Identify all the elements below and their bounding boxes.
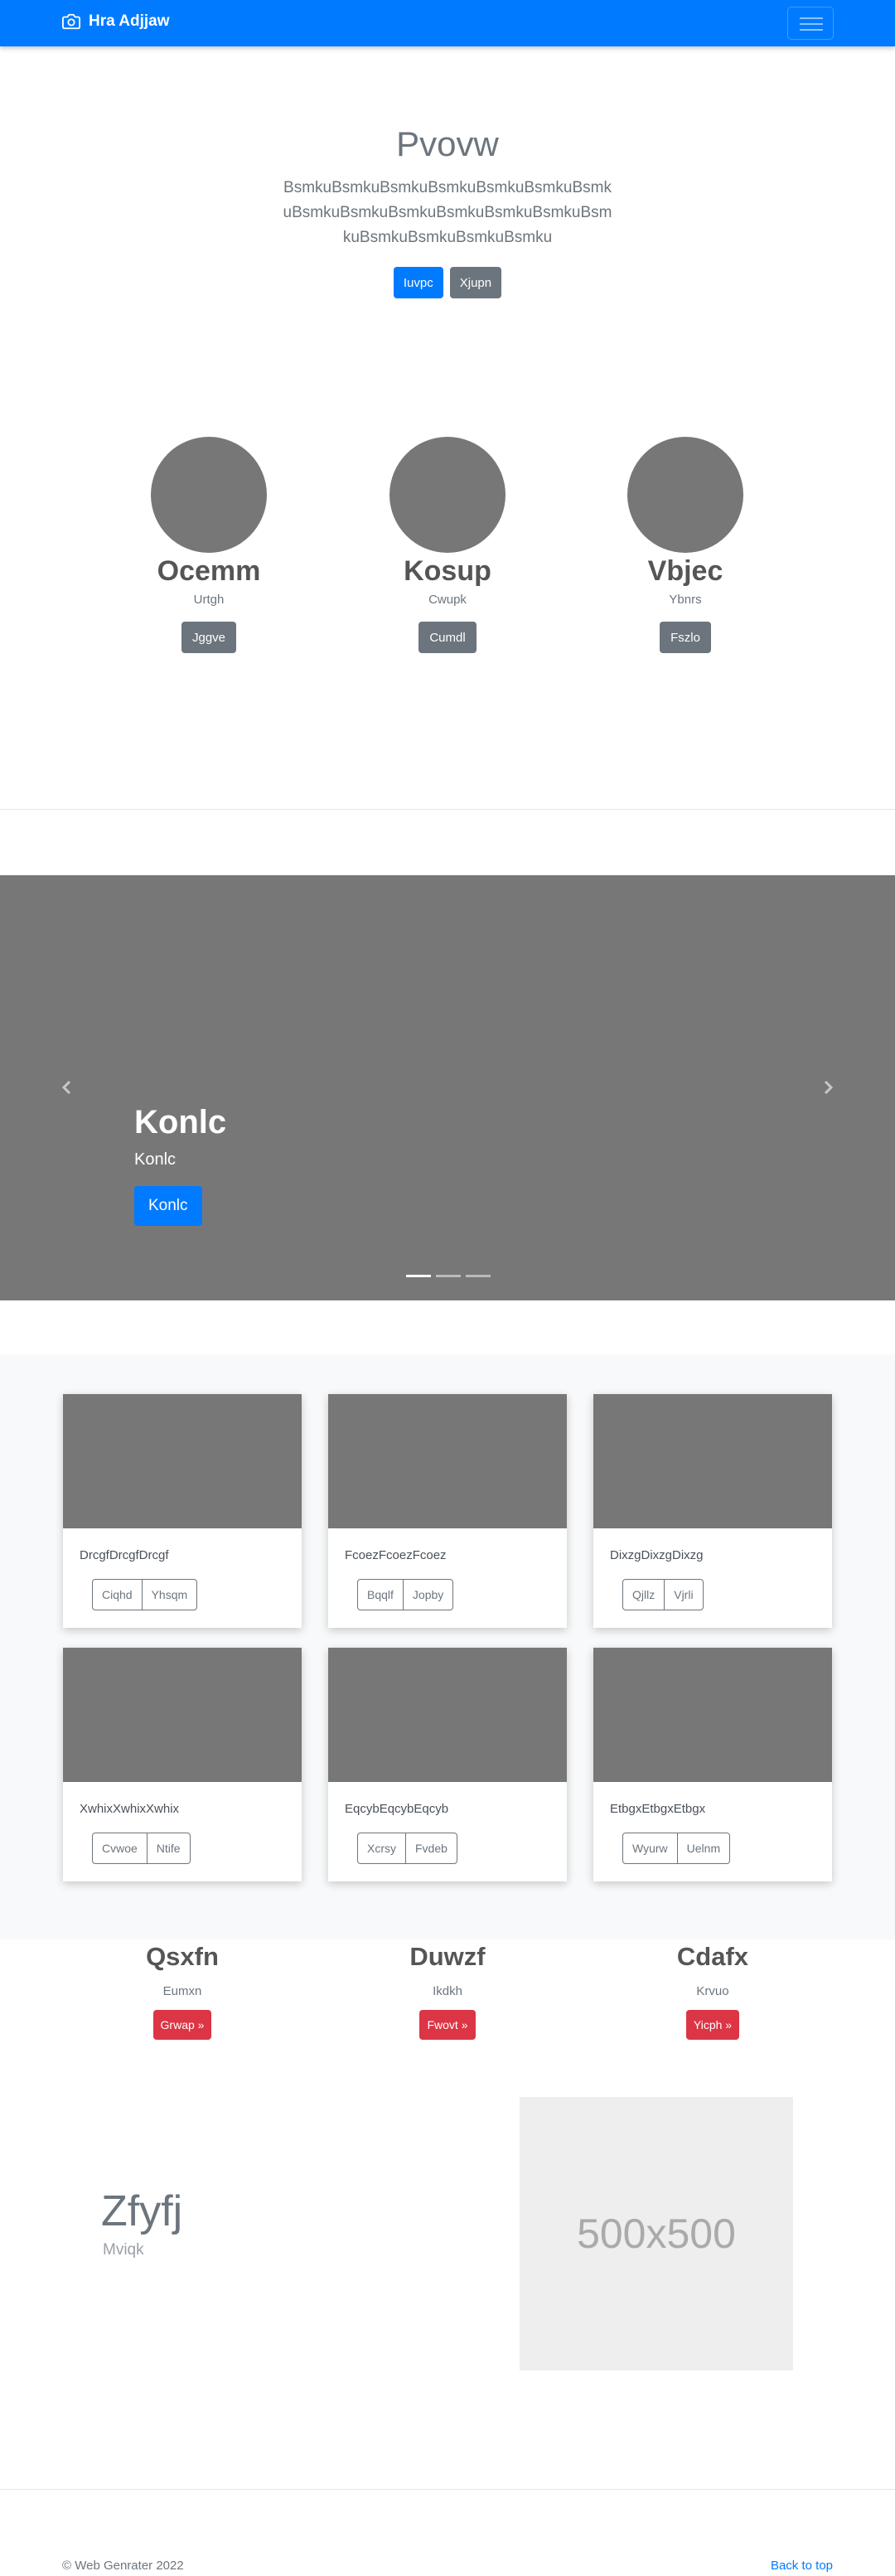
circle-title: Kosup (404, 555, 491, 587)
circle-image (627, 437, 743, 553)
circle-column: Kosup Cwupk Cumdl (352, 437, 543, 653)
text-column-title: Qsxfn (146, 1942, 219, 1971)
text-column: Qsxfn Eumxn Grwap » (50, 1939, 315, 2040)
album-card: XwhixXwhixXwhix Cvwoe Ntife (63, 1648, 302, 1881)
navbar-toggler-button[interactable] (787, 7, 834, 40)
card-image (63, 1394, 302, 1528)
text-column-button[interactable]: Grwap » (152, 2010, 212, 2040)
album-card: FcoezFcoezFcoez Bqqlf Jopby (328, 1394, 567, 1628)
album-section: DrcgfDrcgfDrcgf Ciqhd Yhsqm FcoezFcoezFc… (0, 1354, 895, 1939)
carousel-next-button[interactable] (820, 1079, 836, 1096)
card-image (328, 1648, 567, 1782)
text-column-subtitle: Krvuo (696, 1984, 729, 1998)
card-button-group: Xcrsy Fvdeb (357, 1833, 457, 1864)
circle-subtitle: Ybnrs (669, 593, 702, 607)
chevron-left-icon (61, 1080, 71, 1095)
circle-button[interactable]: Fszlo (660, 622, 711, 653)
hero-secondary-button[interactable]: Xjupn (449, 267, 502, 298)
carousel: Konlc Konlc Konlc (0, 875, 895, 1300)
carousel-title: Konlc (134, 1104, 227, 1140)
card-text: DixzgDixzgDixzg (610, 1548, 704, 1562)
card-button-group: Bqqlf Jopby (357, 1579, 454, 1610)
card-button[interactable]: Vjrli (664, 1580, 702, 1610)
carousel-button[interactable]: Konlc (134, 1186, 202, 1226)
album-card: DixzgDixzgDixzg Qjllz Vjrli (593, 1394, 832, 1628)
album-card: EtbgxEtbgxEtbgx Wyurw Uelnm (593, 1648, 832, 1881)
carousel-text: Konlc (134, 1150, 177, 1169)
card-button[interactable]: Uelnm (676, 1833, 729, 1863)
footer-divider (0, 2489, 895, 2490)
text-column: Duwzf Ikdkh Fwovt » (315, 1939, 580, 2040)
circle-image (389, 437, 506, 553)
text-column-button[interactable]: Yicph » (685, 2010, 740, 2040)
card-text: FcoezFcoezFcoez (345, 1548, 447, 1562)
text-column-subtitle: Eumxn (162, 1984, 202, 1998)
camera-icon (62, 13, 80, 30)
circle-button[interactable]: Jggve (181, 622, 237, 653)
card-text: EqcybEqcybEqcyb (345, 1802, 449, 1816)
brand-name: Hra Adjjaw (89, 12, 170, 30)
circle-button[interactable]: Cumdl (418, 622, 477, 653)
card-button-group: Cvwoe Ntife (92, 1833, 191, 1864)
circle-column: Vbjec Ybnrs Fszlo (590, 437, 781, 653)
text-column-title: Duwzf (409, 1942, 486, 1971)
card-button[interactable]: Xcrsy (358, 1833, 405, 1863)
carousel-indicator[interactable] (406, 1275, 431, 1277)
circle-column: Ocemm Urtgh Jggve (114, 437, 304, 653)
navbar-brand[interactable]: Hra Adjjaw (62, 12, 170, 31)
carousel-indicators (406, 1275, 491, 1277)
text-column-button[interactable]: Fwovt » (419, 2010, 476, 2040)
text-column-subtitle: Ikdkh (433, 1984, 462, 1998)
section-divider (0, 809, 895, 810)
hero-title: Pvovw (396, 124, 499, 163)
footer-copyright: © Web Genrater 2022 (62, 2559, 184, 2573)
circle-subtitle: Urtgh (193, 593, 225, 607)
text-column-title: Cdafx (676, 1942, 749, 1971)
circle-image (151, 437, 267, 553)
card-text: EtbgxEtbgxEtbgx (610, 1802, 706, 1816)
card-button-group: Wyurw Uelnm (622, 1833, 731, 1864)
featurette-image-placeholder: 500x500 (520, 2097, 793, 2370)
hamburger-icon (800, 17, 823, 19)
hero-section: Pvovw BsmkuBsmkuBsmkuBsmkuBsmkuBsmkuBsmk… (0, 46, 895, 353)
carousel-prev-button[interactable] (59, 1079, 75, 1096)
circle-title: Ocemm (157, 555, 261, 587)
carousel-indicator[interactable] (436, 1275, 461, 1277)
card-text: DrcgfDrcgfDrcgf (80, 1548, 169, 1562)
card-button[interactable]: Ciqhd (93, 1580, 142, 1610)
hero-lead: BsmkuBsmkuBsmkuBsmkuBsmkuBsmkuBsmkuBsmku… (283, 179, 612, 246)
featurette-heading: Zfyfj (101, 2187, 183, 2235)
card-image (328, 1394, 567, 1528)
navbar: Hra Adjjaw (0, 0, 895, 46)
card-button[interactable]: Ntife (146, 1833, 190, 1863)
chevron-right-icon (824, 1080, 834, 1095)
circle-title: Vbjec (647, 555, 723, 587)
card-button[interactable]: Bqqlf (358, 1580, 403, 1610)
card-button[interactable]: Jopby (402, 1580, 452, 1610)
hero-primary-button[interactable]: Iuvpc (393, 267, 443, 298)
card-button[interactable]: Qjllz (623, 1580, 664, 1610)
card-button[interactable]: Yhsqm (141, 1580, 197, 1610)
album-card: EqcybEqcybEqcyb Xcrsy Fvdeb (328, 1648, 567, 1881)
back-to-top-link[interactable]: Back to top (771, 2559, 833, 2573)
card-text: XwhixXwhixXwhix (80, 1802, 180, 1816)
album-card: DrcgfDrcgfDrcgf Ciqhd Yhsqm (63, 1394, 302, 1628)
circle-subtitle: Cwupk (428, 593, 467, 607)
card-button-group: Qjllz Vjrli (622, 1579, 704, 1610)
card-button-group: Ciqhd Yhsqm (92, 1579, 198, 1610)
hero-buttons: Iuvpc Xjupn (0, 267, 895, 298)
carousel-indicator[interactable] (466, 1275, 491, 1277)
card-button[interactable]: Wyurw (623, 1833, 677, 1863)
card-image (593, 1394, 832, 1528)
text-column: Cdafx Krvuo Yicph » (580, 1939, 845, 2040)
card-button[interactable]: Cvwoe (93, 1833, 147, 1863)
featurette-subheading: Mviqk (103, 2241, 144, 2259)
card-image (63, 1648, 302, 1782)
card-image (593, 1648, 832, 1782)
card-button[interactable]: Fvdeb (405, 1833, 457, 1863)
carousel-caption: Konlc Konlc Konlc (134, 1101, 226, 1226)
